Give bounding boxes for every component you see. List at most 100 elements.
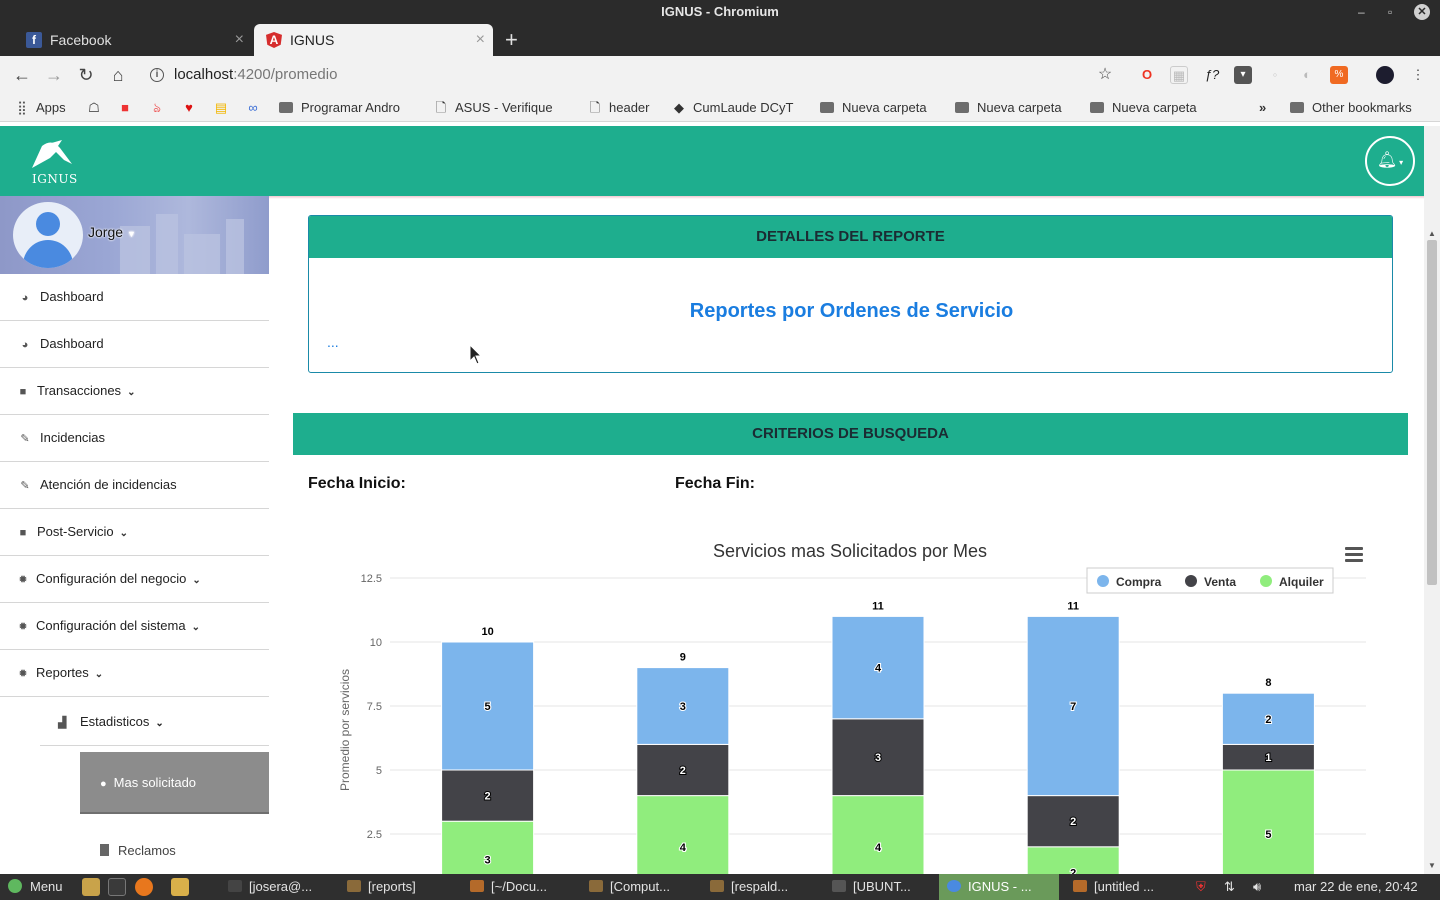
taskbar-item-comput[interactable]: [Comput... [589,874,670,900]
edit-icon: ✎ [20,480,30,492]
sidebar-item-reportes[interactable]: ✹ Reportes ⌄ [0,650,269,697]
bookmark-folder-1[interactable]: Programar Andro [279,94,400,122]
y-tick-label: 12.5 [361,573,382,585]
scrollbar-thumb[interactable] [1427,240,1437,585]
close-tab-icon[interactable]: × [235,24,244,56]
chart-menu-icon[interactable] [1345,547,1363,563]
extension3-icon[interactable]: ◐ [1298,66,1316,84]
taskbar-item-ignus[interactable]: IGNUS - ... [939,874,1059,900]
bookmark-folder-5[interactable]: Nueva carpeta [820,94,927,122]
back-icon[interactable]: ← [11,64,33,86]
bookmark-icon-1[interactable]: ☖ [86,94,108,122]
volume-icon[interactable]: 🔊︎ [1253,874,1261,900]
tab-facebook[interactable]: f Facebook × [0,24,252,56]
home-icon[interactable]: ⌂ [107,64,129,86]
sidebar-item-atencion[interactable]: ✎ Atención de incidencias [0,462,269,509]
address-bar[interactable]: i localhost:4200/promedio [142,60,1122,90]
user-menu-toggle[interactable]: Jorge ▼ [88,224,136,240]
sidebar-item-transacciones[interactable]: ■ Transacciones ⌄ [0,368,269,415]
y-tick-label: 5 [376,765,382,777]
extension-icon[interactable]: ▦ [1170,66,1188,84]
bookmark-apps[interactable]: ⣿ Apps [14,94,66,122]
chrome-menu-icon[interactable]: ⋮ [1409,66,1427,84]
profile-avatar-icon[interactable] [1376,66,1394,84]
bookmark-label: CumLaude DCyT [693,100,794,115]
clock[interactable]: mar 22 de ene, 20:42 [1294,874,1418,900]
terminal-launcher-icon[interactable] [108,878,126,896]
extension2-icon[interactable]: ◦ [1266,66,1284,84]
bookmark-4[interactable]: ◆ CumLaude DCyT [671,94,793,122]
sidebar-item-mas-solicitado[interactable]: ● Mas solicitado [80,752,269,814]
reload-icon[interactable]: ↻ [75,64,97,86]
bookmark-2[interactable]: 🗋 ASUS - Verifique [433,94,553,122]
taskbar-item-reports[interactable]: [reports] [347,874,416,900]
notifications-button[interactable]: 🔔︎ ▾ [1365,136,1415,186]
bookmark-folder-6[interactable]: Nueva carpeta [955,94,1062,122]
y-axis-label: Promedio por servicios [338,669,352,791]
shield-icon[interactable]: ⛨ [1196,874,1206,900]
bookmark-label: header [609,100,650,115]
bookmark-icon-5[interactable]: ▤ [213,94,235,122]
opera-icon[interactable]: O [1138,66,1156,84]
chevron-down-icon: ⌄ [191,622,200,633]
taskbar-item-untitled[interactable]: [untitled ... [1073,874,1154,900]
taskbar-item-label: IGNUS - ... [968,879,1032,894]
taskbar-item-docu[interactable]: [~/Docu... [470,874,547,900]
network-icon[interactable]: ⇅ [1224,874,1235,900]
close-tab-icon[interactable]: × [476,24,485,56]
sidebar-item-reclamos[interactable]: Reclamos [80,834,269,868]
new-tab-button[interactable]: + [505,24,518,56]
files-launcher-icon[interactable] [82,878,100,896]
bookmark-3[interactable]: 🗋 header [587,94,650,122]
bookmark-label: Apps [36,100,66,115]
other-bookmarks[interactable]: Other bookmarks [1290,94,1412,122]
sublime-icon [470,880,484,892]
minimize-icon[interactable]: – [1358,0,1365,24]
pocket-icon[interactable]: ▾ [1234,66,1252,84]
scroll-down-icon[interactable]: ▼ [1428,861,1436,870]
bookmark-folder-7[interactable]: Nueva carpeta [1090,94,1197,122]
folder-launcher-icon[interactable] [171,878,189,896]
sidebar-item-incidencias[interactable]: ✎ Incidencias [0,415,269,462]
taskbar-item-label: [~/Docu... [491,879,547,894]
sidebar-item-estadisticos[interactable]: ▟ Estadisticos ⌄ [40,698,269,746]
sidebar-item-config-negocio[interactable]: ✹ Configuración del negocio ⌄ [0,556,269,603]
folder-icon [820,102,834,113]
sidebar-item-dashboard[interactable]: ◕ Dashboard [0,274,269,321]
sidebar-item-post-servicio[interactable]: ■ Post-Servicio ⌄ [0,509,269,556]
bookmark-icon-6[interactable]: ∞ [245,94,267,122]
taskbar-item-ubunt[interactable]: [UBUNT... [832,874,911,900]
start-menu-button[interactable]: Menu [8,874,63,900]
firefox-launcher-icon[interactable] [135,878,153,896]
bookmark-label: ASUS - Verifique [455,100,553,115]
extension4-icon[interactable]: % [1330,66,1348,84]
bookmark-icon-2[interactable]: ■ [117,94,139,122]
stack-icon: ▤ [214,100,228,115]
data-label: 3 [485,855,491,867]
data-label: 4 [680,842,687,854]
report-title: Reportes por Ordenes de Servicio [689,300,1014,322]
sidebar-item-dashboard-2[interactable]: ◕ Dashboard [0,321,269,368]
info-icon[interactable]: i [150,68,164,82]
taskbar-item-terminal[interactable]: [josera@... [228,874,312,900]
avatar[interactable] [13,202,83,268]
maximize-icon[interactable]: ▫ [1388,0,1392,24]
bookmark-icon-4[interactable]: ♥ [181,94,203,122]
bookmarks-overflow-button[interactable]: » [1259,94,1266,122]
report-ellipsis-link[interactable]: ... [327,334,339,350]
total-label: 11 [872,600,884,612]
forward-icon[interactable]: → [43,64,65,86]
close-icon[interactable]: ✕ [1414,4,1430,20]
bookmark-icon-3[interactable]: ঌ [149,94,171,122]
chevron-down-icon: ⌄ [192,575,201,586]
sidebar-item-label: Atención de incidencias [40,477,177,492]
page-icon: 🗋 [589,100,601,115]
scroll-up-icon[interactable]: ▲ [1428,229,1436,238]
y-tick-label: 2.5 [367,829,382,841]
taskbar-item-respald[interactable]: [respald... [710,874,788,900]
star-icon[interactable]: ☆ [1096,66,1114,84]
sidebar-item-config-sistema[interactable]: ✹ Configuración del sistema ⌄ [0,603,269,650]
ignus-logo[interactable]: IGNUS [28,138,78,190]
font-extension-icon[interactable]: ƒ? [1201,66,1223,84]
tab-ignus[interactable]: A IGNUS × [254,24,493,56]
